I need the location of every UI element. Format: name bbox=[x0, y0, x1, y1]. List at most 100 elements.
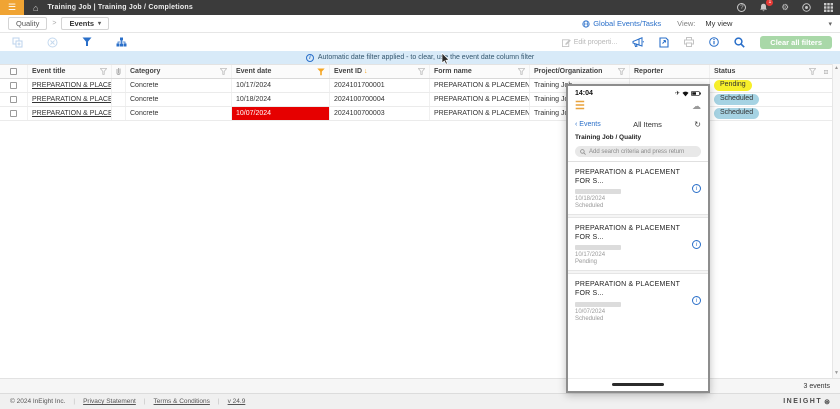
phone-status-bar: 14:04 ✈ bbox=[568, 86, 708, 97]
row-checkbox[interactable] bbox=[0, 93, 28, 106]
list-item[interactable]: PREPARATION & PLACEMENT FOR S... 10/18/2… bbox=[575, 162, 701, 214]
privacy-statement-link[interactable]: Privacy Statement bbox=[83, 398, 136, 405]
phone-event-list: PREPARATION & PLACEMENT FOR S... 10/18/2… bbox=[568, 162, 708, 327]
event-title-link[interactable]: PREPARATION & PLACEMENT FOR S... bbox=[32, 96, 112, 103]
main-menu-button[interactable]: ☰ bbox=[0, 0, 24, 15]
category-cell: Concrete bbox=[126, 93, 232, 106]
notification-badge: 1 bbox=[766, 0, 773, 6]
banner-message: Automatic date filter applied - to clear… bbox=[318, 54, 534, 61]
copyright-text: © 2024 InEight Inc. bbox=[10, 398, 65, 405]
col-project-organization[interactable]: Project/Organization bbox=[530, 65, 630, 78]
phone-item-title: PREPARATION & PLACEMENT FOR S... bbox=[575, 224, 692, 242]
global-events-tasks-link[interactable]: Global Events/Tasks bbox=[582, 19, 661, 28]
home-indicator[interactable] bbox=[612, 383, 664, 386]
paperclip-icon bbox=[116, 67, 121, 76]
scroll-up-icon[interactable]: ▲ bbox=[834, 66, 839, 71]
info-icon[interactable] bbox=[709, 37, 719, 47]
row-checkbox[interactable] bbox=[0, 79, 28, 92]
terms-conditions-link[interactable]: Terms & Conditions bbox=[154, 398, 210, 405]
page-selector-events[interactable]: Events ▾ bbox=[61, 17, 109, 30]
breadcrumb: Training Job | Training Job / Completion… bbox=[47, 4, 193, 11]
list-item[interactable]: PREPARATION & PLACEMENT FOR S... 10/07/2… bbox=[575, 274, 701, 326]
item-info-icon[interactable]: i bbox=[692, 240, 701, 249]
filter-funnel-icon[interactable] bbox=[100, 68, 107, 75]
refresh-icon[interactable]: ↻ bbox=[694, 121, 701, 129]
phone-hamburger-icon[interactable]: ☰ bbox=[575, 101, 585, 112]
event-title-link[interactable]: PREPARATION & PLACEMENT FOR S... bbox=[32, 110, 112, 117]
page-footer: © 2024 InEight Inc. | Privacy Statement … bbox=[0, 393, 840, 409]
col-reporter[interactable]: Reporter bbox=[630, 65, 710, 78]
redacted-text bbox=[575, 245, 621, 250]
event-date-cell: 10/17/2024 bbox=[232, 79, 330, 92]
select-all-checkbox[interactable] bbox=[0, 65, 28, 78]
item-info-icon[interactable]: i bbox=[692, 296, 701, 305]
event-title-link[interactable]: PREPARATION & PLACEMENT FOR S... bbox=[32, 82, 112, 89]
settings-gear-icon[interactable]: ⚙ bbox=[781, 3, 789, 12]
phone-nav-bar: ‹ Events All Items ↻ bbox=[568, 112, 708, 131]
home-icon[interactable]: ⌂ bbox=[33, 3, 38, 13]
grid-menu-icon[interactable] bbox=[824, 3, 833, 12]
row-checkbox[interactable] bbox=[0, 107, 28, 120]
edit-properties-button[interactable]: Edit properti... bbox=[562, 38, 618, 47]
col-status[interactable]: Status bbox=[710, 65, 820, 78]
form-name-cell: PREPARATION & PLACEMENT FOR S... bbox=[430, 107, 530, 120]
list-item[interactable]: PREPARATION & PLACEMENT FOR S... 10/17/2… bbox=[575, 218, 701, 270]
item-info-icon[interactable]: i bbox=[692, 184, 701, 193]
filter-icon[interactable] bbox=[82, 37, 92, 47]
vertical-scrollbar[interactable]: ▲ ▼ bbox=[832, 64, 840, 378]
attachment-cell bbox=[112, 93, 126, 106]
column-chooser-icon[interactable] bbox=[820, 65, 832, 78]
apps-circle-icon[interactable] bbox=[802, 3, 811, 12]
phone-item-status: Pending bbox=[575, 259, 692, 265]
col-form-name[interactable]: Form name bbox=[430, 65, 530, 78]
cancel-event-icon[interactable] bbox=[47, 37, 58, 48]
status-badge: Pending bbox=[714, 80, 752, 90]
filter-funnel-icon[interactable] bbox=[809, 68, 816, 75]
events-count: 3 events bbox=[804, 383, 830, 390]
active-filter-funnel-icon[interactable] bbox=[317, 68, 325, 76]
view-select[interactable]: My view bbox=[705, 19, 732, 28]
phone-search-input[interactable]: Add search criteria and press return bbox=[575, 146, 701, 157]
hierarchy-icon[interactable] bbox=[116, 37, 127, 47]
col-event-date[interactable]: Event date bbox=[232, 65, 330, 78]
filter-funnel-icon[interactable] bbox=[220, 68, 227, 75]
sort-desc-icon[interactable]: ↓ bbox=[364, 68, 368, 75]
col-category[interactable]: Category bbox=[126, 65, 232, 78]
category-cell: Concrete bbox=[126, 79, 232, 92]
form-name-cell: PREPARATION & PLACEMENT FOR S... bbox=[430, 79, 530, 92]
top-bar: ☰ ⌂ Training Job | Training Job / Comple… bbox=[0, 0, 840, 15]
col-event-id[interactable]: Event ID ↓ bbox=[330, 65, 430, 78]
module-breadcrumb-quality[interactable]: Quality bbox=[8, 17, 47, 30]
search-placeholder: Add search criteria and press return bbox=[589, 149, 684, 155]
filter-funnel-icon[interactable] bbox=[418, 68, 425, 75]
cloud-sync-icon[interactable]: ☁ bbox=[692, 102, 701, 111]
battery-icon bbox=[691, 91, 701, 96]
megaphone-icon[interactable] bbox=[632, 37, 644, 48]
redacted-text bbox=[575, 302, 621, 307]
phone-item-title: PREPARATION & PLACEMENT FOR S... bbox=[575, 168, 692, 186]
event-id-cell: 2024101700001 bbox=[330, 79, 430, 92]
col-event-title[interactable]: Event title bbox=[28, 65, 112, 78]
phone-item-status: Scheduled bbox=[575, 316, 692, 322]
phone-back-link[interactable]: ‹ Events bbox=[575, 121, 601, 128]
copy-event-icon[interactable] bbox=[12, 37, 23, 48]
view-caret-icon[interactable]: ▾ bbox=[828, 20, 832, 28]
phone-item-status: Scheduled bbox=[575, 203, 692, 209]
mobile-preview-panel: 14:04 ✈ ☰ ☁ ‹ Events All Items ↻ Trainin… bbox=[566, 84, 710, 393]
attachment-cell bbox=[112, 107, 126, 120]
filter-funnel-icon[interactable] bbox=[618, 68, 625, 75]
search-icon[interactable] bbox=[734, 37, 745, 48]
filter-funnel-icon[interactable] bbox=[518, 68, 525, 75]
scroll-down-icon[interactable]: ▼ bbox=[834, 371, 839, 376]
print-icon[interactable] bbox=[684, 37, 694, 47]
grid-toolbar: Edit properti... Clear all filters bbox=[0, 33, 840, 51]
help-icon[interactable]: ? bbox=[737, 3, 746, 12]
back-chevron-icon: ‹ bbox=[575, 121, 577, 128]
category-cell: Concrete bbox=[126, 107, 232, 120]
notifications-bell-icon[interactable]: 1 bbox=[759, 3, 768, 12]
clear-all-filters-button[interactable]: Clear all filters bbox=[760, 36, 832, 49]
export-icon[interactable] bbox=[659, 37, 669, 48]
col-attachment[interactable] bbox=[112, 65, 126, 78]
nav-row: Quality > Events ▾ Global Events/Tasks V… bbox=[0, 15, 840, 33]
version-link[interactable]: v 24.9 bbox=[228, 398, 246, 405]
